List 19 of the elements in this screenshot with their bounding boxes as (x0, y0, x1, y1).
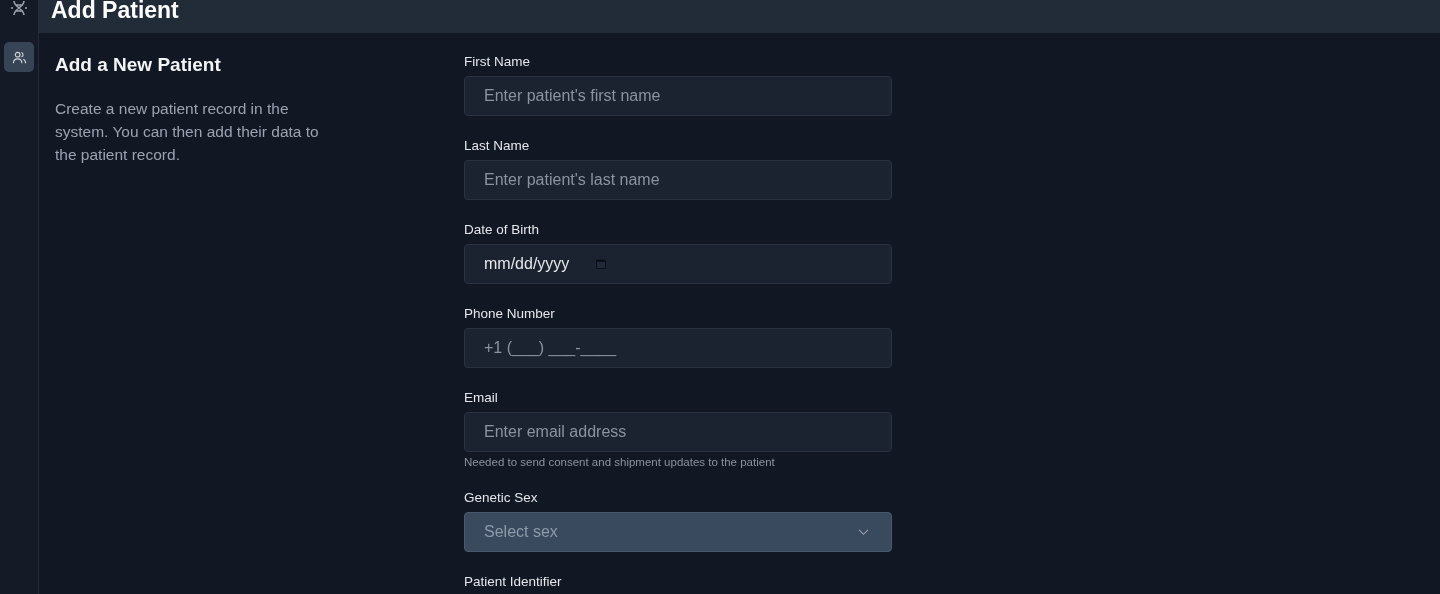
field-label: First Name (464, 53, 531, 70)
patients-nav-item[interactable] (4, 42, 34, 72)
field-label: Phone Number (464, 305, 556, 322)
field-label: Date of Birth (464, 221, 541, 238)
helper-text: Needed to send consent and shipment updates to the patient (464, 455, 776, 469)
field-label: Genetic Sex (464, 489, 539, 506)
field-label: Last Name (464, 137, 531, 154)
section-description: Create a new patient record in the system. You can then add their data to the patient record. (55, 99, 320, 165)
input-field[interactable]: Enter patient's last name (464, 160, 892, 200)
page-title: Add Patient (51, 0, 179, 24)
field-label: Email (464, 389, 499, 406)
chevron-down-icon (858, 528, 869, 536)
field-label: Patient Identifier (464, 573, 563, 590)
input-field[interactable]: Enter email address (464, 412, 892, 452)
input-field[interactable]: +1 (___) ___-____ (464, 328, 892, 368)
input-field[interactable]: Enter patient's first name (464, 76, 892, 116)
date-field[interactable]: mm/dd/yyyy (464, 244, 892, 284)
section-heading: Add a New Patient (55, 53, 222, 77)
people-icon (11, 49, 27, 65)
